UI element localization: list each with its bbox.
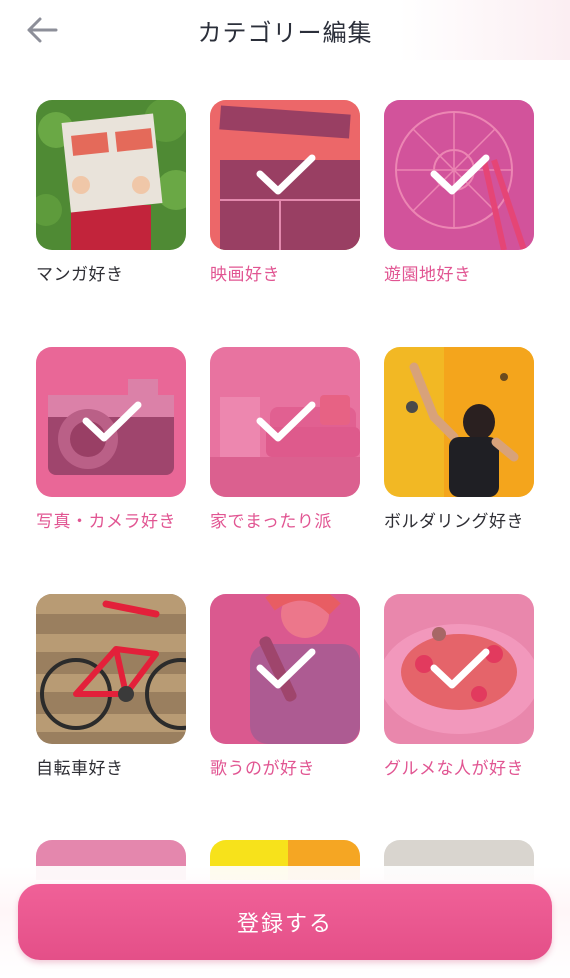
category-image-singing [210, 594, 360, 744]
checkmark-icon [256, 401, 316, 442]
category-image-amusement-park [384, 100, 534, 250]
category-card-movie[interactable]: 映画好き [210, 100, 360, 285]
category-label: 映画好き [210, 265, 280, 285]
category-card-home[interactable]: 家でまったり派 [210, 347, 360, 532]
category-image-home [210, 347, 360, 497]
category-card-bouldering[interactable]: ボルダリング好き [384, 347, 534, 532]
category-label: ボルダリング好き [384, 512, 524, 532]
category-card-amusement-park[interactable]: 遊園地好き [384, 100, 534, 285]
category-card-gourmet[interactable]: グルメな人が好き [384, 594, 534, 779]
category-card-manga[interactable]: マンガ好き [36, 100, 186, 285]
category-label: 遊園地好き [384, 265, 472, 285]
checkmark-icon [256, 154, 316, 195]
category-image-movie [210, 100, 360, 250]
category-image-bicycle [36, 594, 186, 744]
category-label: マンガ好き [36, 265, 124, 285]
category-card-singing[interactable]: 歌うのが好き [210, 594, 360, 779]
category-grid: マンガ好き 映画好き 遊園地好き 写真・カメラ好き 家でまったり派 ボルダリング… [0, 0, 570, 978]
category-label: グルメな人が好き [384, 759, 524, 779]
checkmark-icon [82, 401, 142, 442]
category-image-bouldering [384, 347, 534, 497]
category-label: 写真・カメラ好き [36, 512, 176, 532]
checkmark-icon [256, 648, 316, 689]
register-button[interactable]: 登録する [18, 884, 552, 960]
category-card-camera[interactable]: 写真・カメラ好き [36, 347, 186, 532]
category-label: 歌うのが好き [210, 759, 315, 779]
category-image-camera [36, 347, 186, 497]
checkmark-icon [430, 648, 490, 689]
category-label: 自転車好き [36, 759, 124, 779]
category-image-gourmet [384, 594, 534, 744]
category-label: 家でまったり派 [210, 512, 332, 532]
checkmark-icon [430, 154, 490, 195]
category-image-manga [36, 100, 186, 250]
category-card-bicycle[interactable]: 自転車好き [36, 594, 186, 779]
